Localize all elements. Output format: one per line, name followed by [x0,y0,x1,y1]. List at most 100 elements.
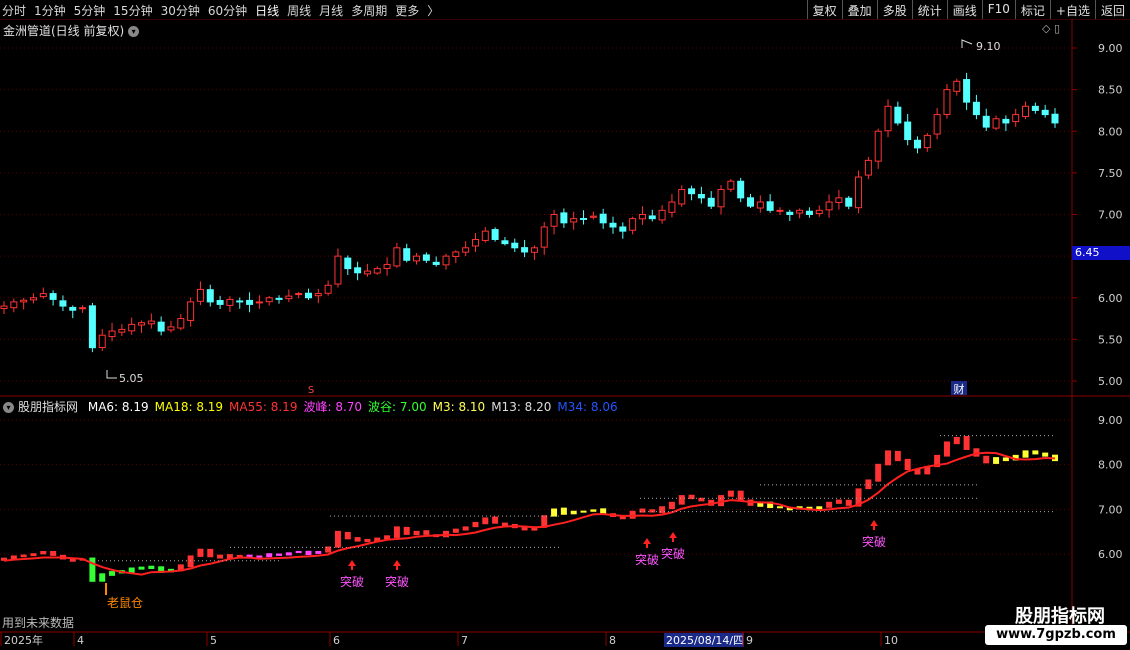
indicator-value-7: M34: 8.06 [557,400,618,414]
candle-body [442,255,450,266]
indicator-bar [482,517,489,525]
indicator-bar [393,526,400,538]
candle-body [157,321,165,332]
indicator-bar [875,463,882,482]
candle-body [49,293,57,300]
candle-body [1041,109,1049,116]
candle-body [658,209,666,221]
indicator-bar [285,552,292,556]
indicator-bar [659,506,666,514]
candle-body [373,268,381,274]
indicator-bar [148,565,155,569]
candle-body [29,297,37,301]
current-price-tag: 6.45 [1072,246,1130,260]
ind-ytick-label-0: 9.00 [1098,414,1123,427]
candle-body [304,292,312,299]
candle-body [668,201,676,213]
candle-body [393,247,401,267]
candle-body [678,189,686,205]
xaxis-label-5: 8 [609,634,616,647]
indicator-bar [50,550,57,556]
candle-body [766,201,774,211]
candle-body [845,197,853,207]
indicator-bar [894,450,901,462]
ind-ytick-label-2: 7.00 [1098,503,1123,516]
indicator-bar [668,501,675,510]
indicator-bar [364,538,371,543]
candle-body [1051,113,1059,124]
indicator-value-1: MA18: 8.19 [154,400,224,414]
candle-body [344,257,352,270]
candle-body [688,188,696,195]
indicator-bar [315,550,322,554]
candle-body [108,330,116,338]
candle-body [383,263,391,269]
candle-body [324,284,332,294]
indicator-bar [256,555,263,558]
indicator-name[interactable]: 股朋指标网 [18,400,78,414]
indicator-bar [138,566,145,570]
indicator-bar [197,548,204,557]
high-marker [961,39,973,48]
indicator-bar [1042,452,1049,457]
candle-body [187,301,195,321]
candle-body [855,176,863,209]
indicator-value-5: M3: 8.10 [432,400,486,414]
candle-body [737,180,745,199]
candle-body [599,213,607,224]
candle-body [864,159,872,176]
indicator-bar [845,499,852,506]
candle-body [147,320,155,325]
indicator-bar [629,510,636,519]
candle-body [314,293,322,297]
indicator-bar [678,495,685,505]
indicator-bar [354,537,361,542]
main-ytick-label-8: 5.00 [1098,375,1123,388]
candle-body [589,215,597,218]
indicator-bar [187,555,194,568]
candle-body [196,288,204,302]
cai-marker-label: 财 [954,382,965,396]
indicator-bar [865,479,872,490]
kline-chart[interactable]: 9.008.508.007.507.006.506.005.505.009.00… [0,0,1130,650]
candle-body [246,299,254,305]
candle-body [707,197,715,207]
main-ytick-label-1: 8.50 [1098,84,1123,97]
indicator-bar [590,509,597,512]
indicator-bar [20,554,27,558]
candle-body [609,222,617,228]
candle-body [727,180,735,190]
indicator-bar [276,553,283,556]
candle-body [835,197,843,204]
indicator-bar [727,490,734,497]
candle-body [619,226,627,232]
indicator-settings-icon[interactable]: ▾ [3,402,14,413]
candle-body [747,197,755,207]
candle-body [491,229,499,240]
candle-body [992,118,1000,129]
high-price-label: 9.10 [976,40,1001,53]
indicator-bar [688,494,695,500]
indicator-value-2: MA55: 8.19 [229,400,298,414]
candle-body [216,300,224,305]
candle-body [471,238,479,247]
candle-body [972,101,980,116]
indicator-bar [835,499,842,504]
indicator-bar [295,550,302,554]
candle-body [39,293,47,298]
candle-body [884,105,892,132]
candle-body [501,240,509,245]
candle-body [275,297,283,300]
indicator-bar [492,516,499,524]
candle-body [805,210,813,215]
candle-body [0,305,8,310]
indicator-bar [501,522,508,526]
main-ytick-label-0: 9.00 [1098,42,1123,55]
candle-body [79,307,87,310]
xaxis-label-0: 2025年 [4,633,43,647]
candle-body [265,297,273,303]
ind-ytick-label-1: 8.00 [1098,459,1123,472]
indicator-bar [776,506,783,509]
indicator-bar [953,436,960,445]
mouse-position-label: 老鼠仓 [107,596,143,610]
